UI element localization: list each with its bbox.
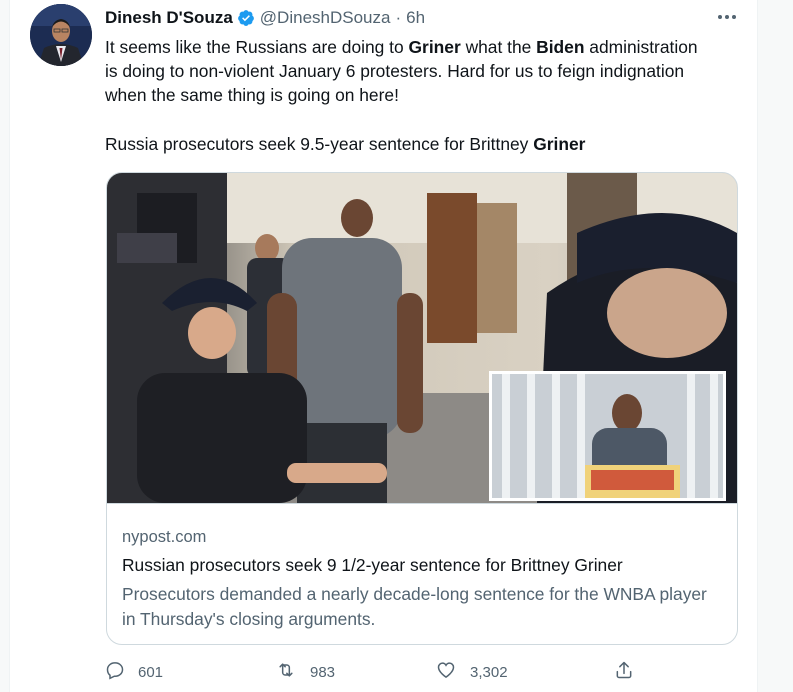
- like-icon: [435, 660, 457, 685]
- avatar[interactable]: [30, 4, 92, 66]
- card-meta: nypost.com Russian prosecutors seek 9 1/…: [107, 503, 737, 644]
- verified-badge-icon: [237, 9, 255, 27]
- right-gutter: [757, 0, 793, 692]
- quoted-headline-text: Russia prosecutors seek 9.5-year sentenc…: [105, 134, 534, 154]
- card-image[interactable]: [107, 173, 737, 503]
- separator-dot: ·: [395, 8, 402, 27]
- tweet-text-bold: Griner: [408, 37, 461, 57]
- link-card[interactable]: nypost.com Russian prosecutors seek 9 1/…: [106, 172, 738, 645]
- card-description: Prosecutors demanded a nearly decade-lon…: [122, 584, 707, 629]
- author-handle[interactable]: @DineshDSouza: [260, 8, 391, 28]
- tweet-actions: 601 983 3,302: [11, 656, 756, 688]
- tweet-text-part: It seems like the Russians are doing to: [105, 37, 409, 57]
- retweet-button[interactable]: 983: [275, 656, 335, 688]
- card-title: Russian prosecutors seek 9 1/2-year sent…: [122, 555, 623, 575]
- reply-count: 601: [138, 663, 164, 681]
- timeline: Dinesh D'Souza @DineshDSouza · 6h It see…: [0, 0, 793, 692]
- tweet-text: It seems like the Russians are doing to …: [105, 35, 705, 107]
- author-name[interactable]: Dinesh D'Souza: [105, 8, 233, 28]
- quoted-headline: Russia prosecutors seek 9.5-year sentenc…: [105, 132, 585, 156]
- share-button[interactable]: [614, 656, 634, 688]
- tweet[interactable]: Dinesh D'Souza @DineshDSouza · 6h It see…: [11, 0, 756, 692]
- retweet-count: 983: [310, 663, 336, 681]
- retweet-icon: [275, 660, 297, 685]
- like-count: 3,302: [470, 663, 508, 681]
- timestamp[interactable]: 6h: [406, 8, 425, 28]
- share-icon: [614, 659, 634, 686]
- quoted-headline-bold: Griner: [533, 134, 586, 154]
- left-gutter: [0, 0, 10, 692]
- card-domain: nypost.com: [122, 528, 207, 546]
- tweet-text-bold: Biden: [536, 37, 585, 57]
- like-button[interactable]: 3,302: [435, 656, 508, 688]
- tweet-text-part: what the: [460, 37, 537, 57]
- reply-icon: [105, 660, 125, 685]
- reply-button[interactable]: 601: [105, 656, 163, 688]
- tweet-header: Dinesh D'Souza @DineshDSouza · 6h: [105, 7, 425, 29]
- more-icon[interactable]: [714, 6, 740, 28]
